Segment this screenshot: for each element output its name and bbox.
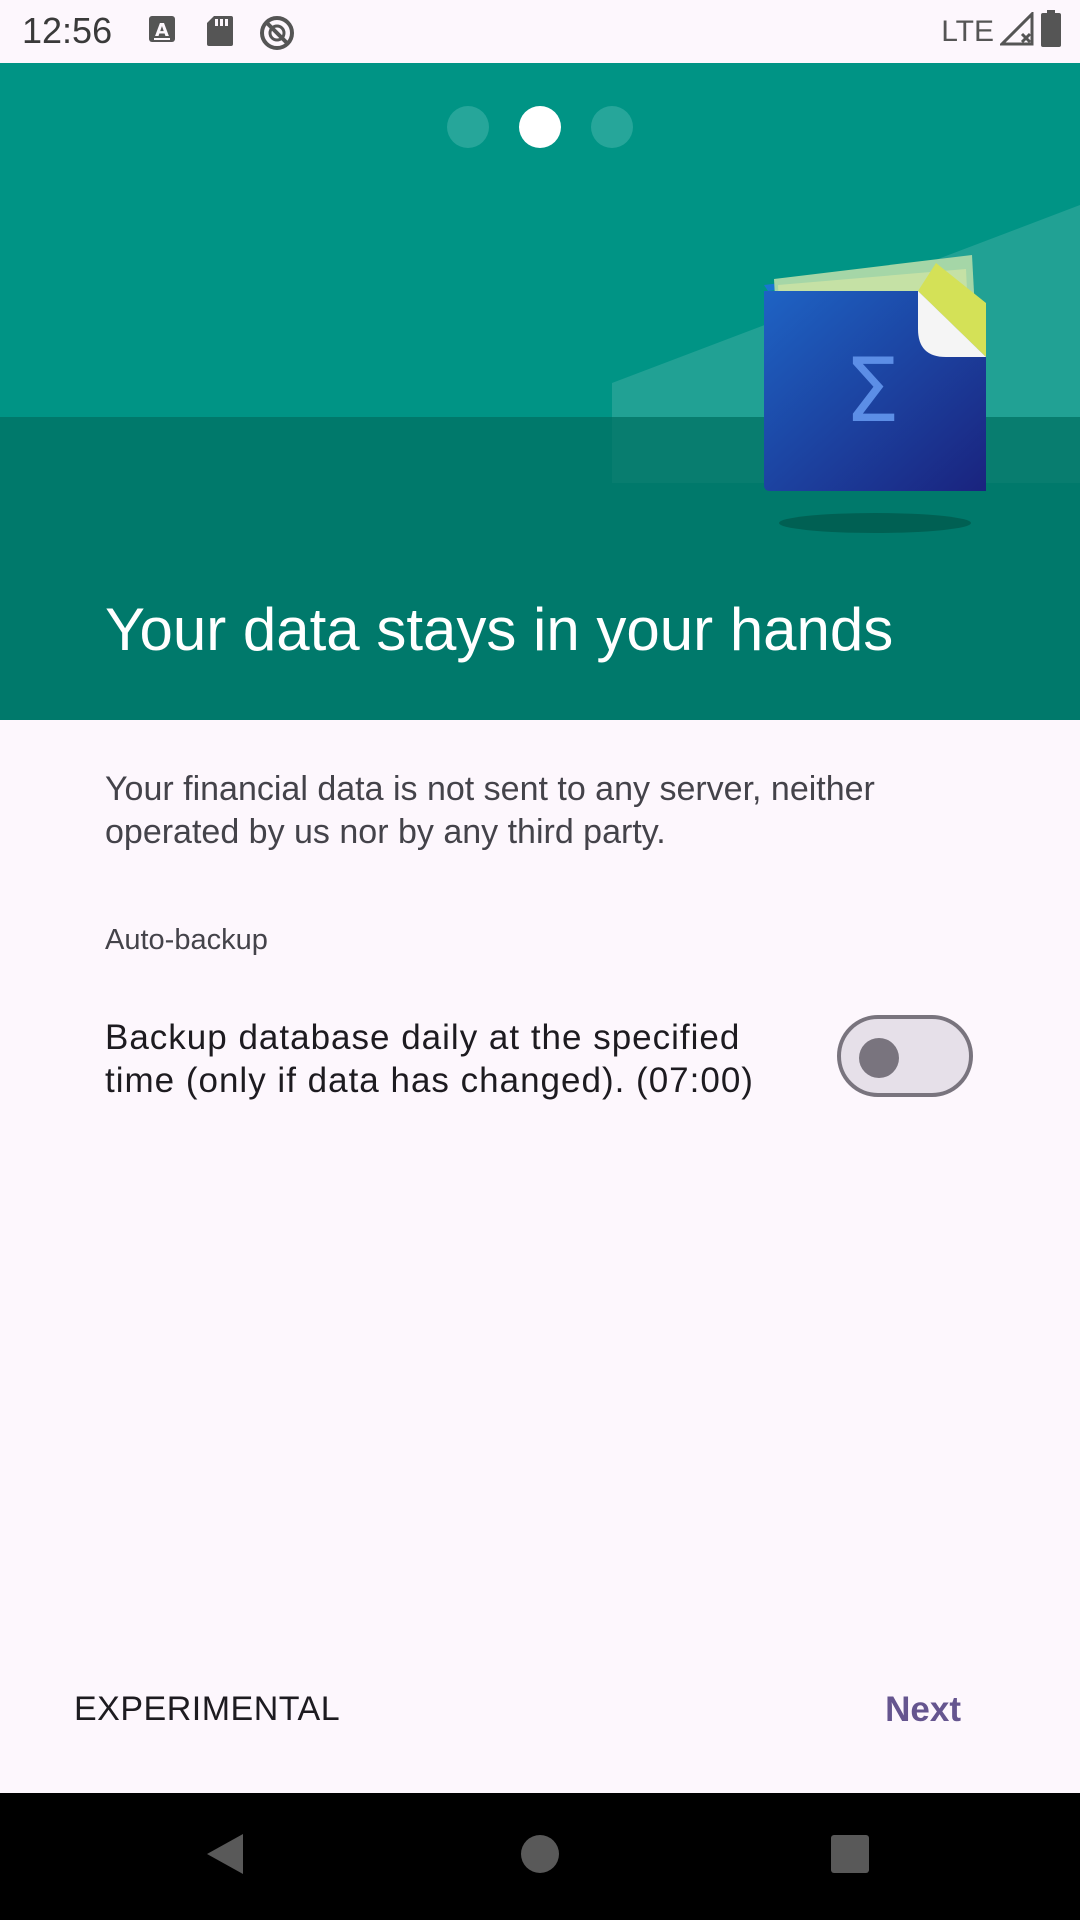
- home-icon: [520, 1834, 560, 1879]
- svg-text:A: A: [155, 20, 169, 41]
- recents-icon: [830, 1834, 870, 1879]
- hero-banner: Σ Your data stays in your hands: [0, 63, 1080, 720]
- home-button[interactable]: [460, 1793, 620, 1920]
- auto-backup-toggle[interactable]: [837, 1015, 973, 1097]
- page-dot-2[interactable]: [519, 106, 561, 148]
- network-type: LTE: [941, 14, 994, 48]
- hero-title: Your data stays in your hands: [105, 596, 894, 663]
- recents-button[interactable]: [770, 1793, 930, 1920]
- page-dot-1[interactable]: [447, 106, 489, 148]
- signal-icon: [998, 10, 1034, 51]
- page-indicator: [0, 106, 1080, 148]
- section-label: Auto-backup: [105, 924, 268, 956]
- page-dot-3[interactable]: [591, 106, 633, 148]
- description-text: Your financial data is not sent to any s…: [105, 770, 875, 851]
- next-button[interactable]: Next: [885, 1690, 961, 1730]
- keyboard-a-icon: A: [148, 14, 176, 51]
- battery-icon: [1040, 10, 1062, 53]
- sd-card-icon: [206, 14, 234, 53]
- status-right: LTE: [941, 10, 1062, 53]
- toggle-knob: [859, 1038, 899, 1078]
- status-bar: 12:56 A LTE: [0, 0, 1080, 63]
- back-button[interactable]: [145, 1793, 305, 1920]
- status-time: 12:56: [22, 10, 113, 51]
- svg-text:Σ: Σ: [844, 339, 900, 442]
- back-icon: [203, 1830, 247, 1883]
- no-sync-icon: [258, 14, 296, 57]
- wallet-sigma-icon: Σ: [764, 255, 986, 533]
- backup-setting-text[interactable]: Backup database daily at the specified t…: [105, 1016, 805, 1102]
- navigation-bar: [0, 1793, 1080, 1920]
- experimental-button[interactable]: EXPERIMENTAL: [74, 1690, 340, 1729]
- screen: 12:56 A LTE Σ Your data stays in your ha…: [0, 0, 1080, 1920]
